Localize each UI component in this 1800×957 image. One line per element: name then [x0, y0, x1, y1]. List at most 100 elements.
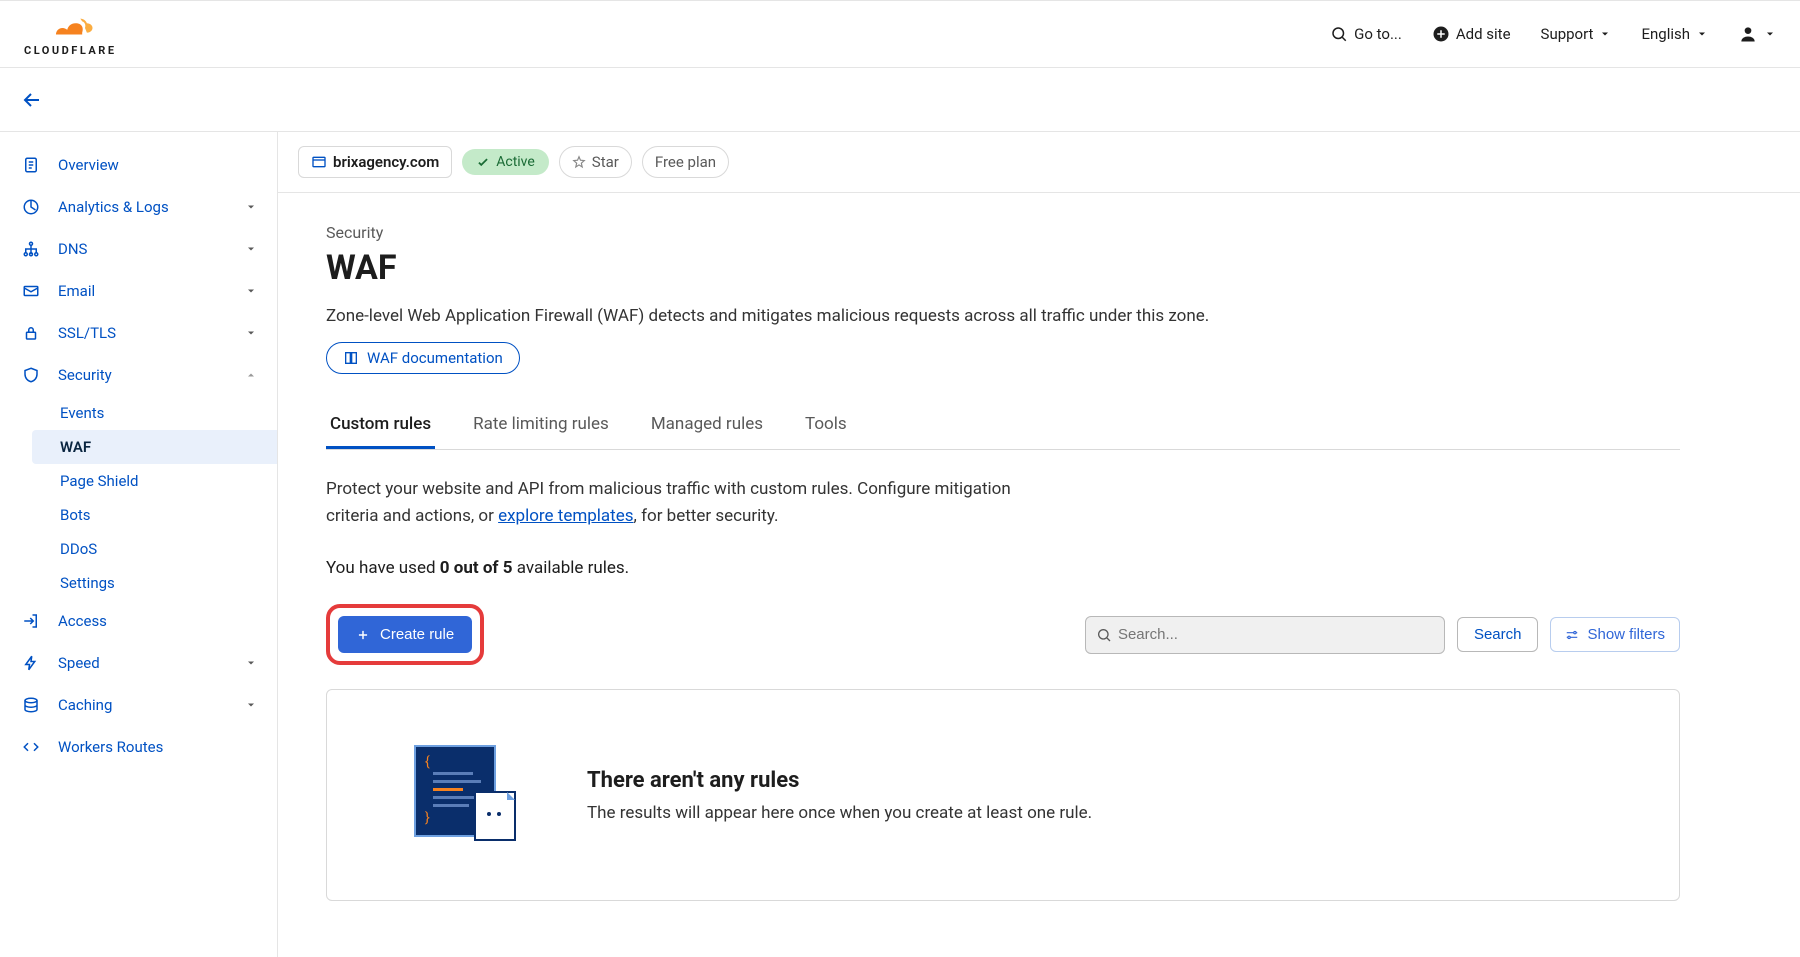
- logo-text: CLOUDFLARE: [24, 44, 117, 57]
- chart-icon: [20, 196, 42, 218]
- shield-icon: [20, 364, 42, 386]
- sidebar-item-email[interactable]: Email: [0, 270, 277, 312]
- usage-text: You have used 0 out of 5 available rules…: [326, 558, 1680, 578]
- layout: Overview Analytics & Logs DNS Email SSL/…: [0, 132, 1800, 957]
- create-rule-highlight: Create rule: [326, 604, 484, 665]
- window-icon: [311, 154, 327, 170]
- sliders-icon: [1565, 628, 1579, 642]
- filters-label: Show filters: [1587, 626, 1665, 643]
- tabs: Custom rules Rate limiting rules Managed…: [326, 402, 1680, 450]
- lock-icon: [20, 322, 42, 344]
- show-filters-button[interactable]: Show filters: [1550, 617, 1680, 652]
- status-text: Active: [496, 154, 535, 170]
- sidebar-item-workers[interactable]: Workers Routes: [0, 726, 277, 768]
- sidebar-label: DNS: [58, 240, 87, 258]
- sidebar-item-ssl[interactable]: SSL/TLS: [0, 312, 277, 354]
- sidebar-item-security[interactable]: Security: [0, 354, 277, 396]
- documentation-link[interactable]: WAF documentation: [326, 342, 520, 374]
- caret-down-icon: [245, 285, 257, 297]
- stack-icon: [20, 694, 42, 716]
- exit-icon: [20, 610, 42, 632]
- language-label: English: [1641, 25, 1690, 43]
- sidebar-item-caching[interactable]: Caching: [0, 684, 277, 726]
- tab-rate-limiting[interactable]: Rate limiting rules: [469, 402, 613, 449]
- sidebar-subitem-settings[interactable]: Settings: [32, 566, 277, 600]
- caret-down-icon: [1764, 28, 1776, 40]
- sidebar-label: SSL/TLS: [58, 324, 116, 342]
- sidebar-label: Caching: [58, 696, 112, 714]
- svg-text:{: {: [425, 754, 430, 770]
- search-icon: [1330, 25, 1348, 43]
- empty-text-block: There aren't any rules The results will …: [587, 768, 1092, 823]
- sidebar-item-overview[interactable]: Overview: [0, 144, 277, 186]
- plus-icon: [356, 628, 370, 642]
- bolt-icon: [20, 652, 42, 674]
- sidebar-item-analytics[interactable]: Analytics & Logs: [0, 186, 277, 228]
- main-content: brixagency.com Active Star Free plan Sec…: [278, 132, 1800, 957]
- explore-templates-link[interactable]: explore templates: [498, 506, 633, 526]
- cloud-icon: [38, 12, 102, 42]
- page-description: Zone-level Web Application Firewall (WAF…: [326, 306, 1680, 326]
- mail-icon: [20, 280, 42, 302]
- cloudflare-logo[interactable]: CLOUDFLARE: [24, 12, 117, 57]
- breadcrumb: Security: [326, 223, 1680, 242]
- sidebar-subitem-bots[interactable]: Bots: [32, 498, 277, 532]
- action-row: Create rule Search Show filters: [326, 604, 1680, 665]
- sidebar-subitem-ddos[interactable]: DDoS: [32, 532, 277, 566]
- status-badge: Active: [462, 149, 549, 175]
- language-dropdown[interactable]: English: [1641, 25, 1708, 43]
- search-box[interactable]: [1085, 616, 1445, 654]
- sidebar-subitem-waf[interactable]: WAF: [32, 430, 277, 464]
- create-rule-button[interactable]: Create rule: [338, 616, 472, 653]
- sidebar-label: Security: [58, 366, 112, 384]
- add-site-button[interactable]: Add site: [1432, 25, 1511, 43]
- sidebar: Overview Analytics & Logs DNS Email SSL/…: [0, 132, 278, 957]
- sidebar-subitem-events[interactable]: Events: [32, 396, 277, 430]
- tab-tools[interactable]: Tools: [801, 402, 851, 449]
- code-icon: [20, 736, 42, 758]
- empty-title: There aren't any rules: [587, 768, 1092, 793]
- user-icon: [1738, 24, 1758, 44]
- back-arrow-button[interactable]: [20, 88, 44, 112]
- sidebar-label: Overview: [58, 156, 119, 174]
- sidebar-item-access[interactable]: Access: [0, 600, 277, 642]
- plan-text: Free plan: [655, 153, 716, 171]
- tab-managed-rules[interactable]: Managed rules: [647, 402, 767, 449]
- star-button[interactable]: Star: [559, 146, 632, 178]
- tab-custom-rules[interactable]: Custom rules: [326, 402, 435, 449]
- sidebar-item-speed[interactable]: Speed: [0, 642, 277, 684]
- intro-text: Protect your website and API from malici…: [326, 476, 1026, 530]
- caret-up-icon: [245, 369, 257, 381]
- sidebar-label: Analytics & Logs: [58, 198, 169, 216]
- search-input[interactable]: [1112, 626, 1434, 643]
- sidebar-subitem-pageshield[interactable]: Page Shield: [32, 464, 277, 498]
- account-dropdown[interactable]: [1738, 24, 1776, 44]
- goto-button[interactable]: Go to...: [1330, 25, 1402, 43]
- search-button[interactable]: Search: [1457, 617, 1539, 652]
- sidebar-label: Access: [58, 612, 107, 630]
- check-icon: [476, 155, 490, 169]
- top-bar: CLOUDFLARE Go to... Add site Support Eng…: [0, 0, 1800, 68]
- sidebar-item-dns[interactable]: DNS: [0, 228, 277, 270]
- support-dropdown[interactable]: Support: [1541, 25, 1612, 43]
- domain-pill[interactable]: brixagency.com: [298, 146, 452, 178]
- create-rule-label: Create rule: [380, 626, 454, 643]
- security-subitems: Events WAF Page Shield Bots DDoS Setting…: [0, 396, 277, 600]
- caret-down-icon: [245, 201, 257, 213]
- book-icon: [343, 350, 359, 366]
- domain-bar: brixagency.com Active Star Free plan: [278, 132, 1800, 193]
- caret-down-icon: [245, 327, 257, 339]
- arrow-left-icon: [20, 88, 44, 112]
- star-text: Star: [592, 153, 619, 171]
- support-label: Support: [1541, 25, 1594, 43]
- svg-text:}: }: [425, 810, 430, 826]
- page-title: WAF: [326, 248, 1680, 288]
- doc-link-label: WAF documentation: [367, 349, 503, 367]
- page-content: Security WAF Zone-level Web Application …: [278, 193, 1728, 931]
- sidebar-label: Workers Routes: [58, 738, 163, 756]
- right-controls: Search Show filters: [1085, 616, 1680, 654]
- caret-down-icon: [1599, 28, 1611, 40]
- domain-text: brixagency.com: [333, 153, 439, 171]
- star-icon: [572, 155, 586, 169]
- add-site-label: Add site: [1456, 25, 1511, 43]
